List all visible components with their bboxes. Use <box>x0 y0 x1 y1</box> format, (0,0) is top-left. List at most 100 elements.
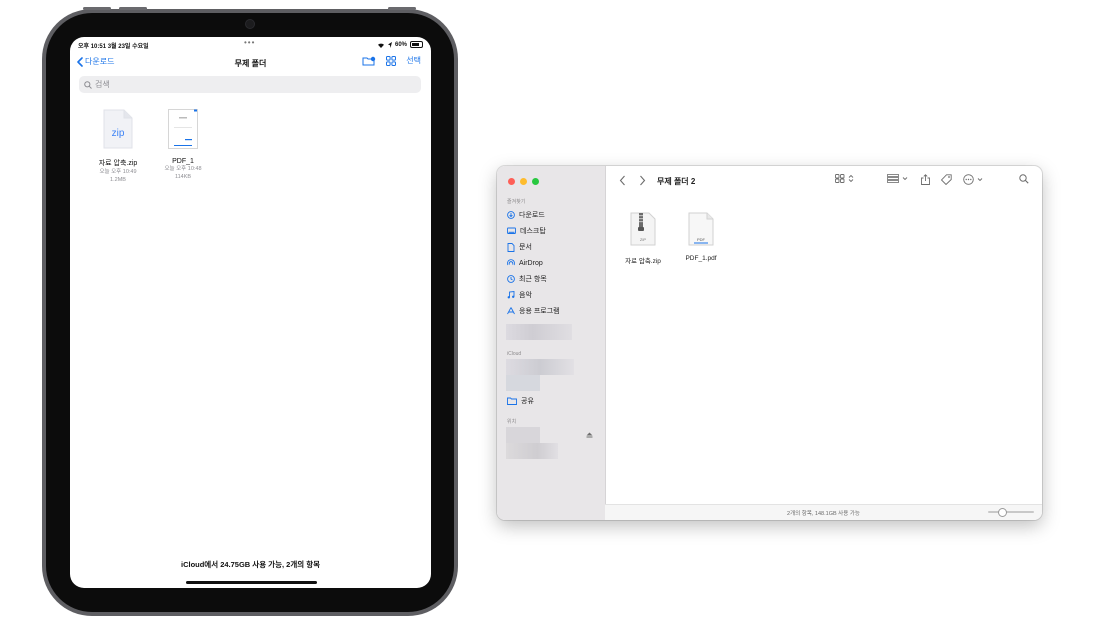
forward-nav-button[interactable] <box>639 175 646 189</box>
finder-file-zip[interactable]: ZIP 자료 압축.zip <box>613 212 673 265</box>
zip-thumb-label: ZIP <box>640 237 647 242</box>
sidebar-item-recents[interactable]: 최근 항목 <box>507 273 547 285</box>
finder-sidebar: 즐겨찾기 다운로드 데스크탑 문서 AirDrop 최근 항목 음악 응용 프로… <box>497 166 606 520</box>
select-button[interactable]: 선택 <box>406 55 421 66</box>
redacted-sidebar-item <box>506 427 540 443</box>
sidebar-item-airdrop[interactable]: AirDrop <box>507 257 543 269</box>
file-item-zip[interactable]: zip 자료 압축.zip 오늘 오후 10:49 1.2MB <box>88 109 148 184</box>
file-name: PDF_1.pdf <box>685 255 717 262</box>
power-button <box>388 7 416 10</box>
file-name: PDF_1 <box>172 158 194 165</box>
view-mode-button[interactable] <box>835 174 854 183</box>
sidebar-item-label: 문서 <box>519 244 532 251</box>
multitasking-dots[interactable]: ••• <box>244 38 255 47</box>
file-date: 오늘 오후 10:48 <box>164 166 202 172</box>
document-icon <box>507 242 515 252</box>
sidebar-item-label: 공유 <box>521 398 534 405</box>
locations-header: 위치 <box>507 419 517 425</box>
share-button[interactable] <box>921 174 930 185</box>
music-icon <box>507 291 515 299</box>
minimize-button[interactable] <box>520 178 527 185</box>
favorites-header: 즐겨찾기 <box>507 199 526 205</box>
tag-icon <box>941 174 952 185</box>
icloud-header: iCloud <box>507 351 522 357</box>
sidebar-item-label: 음악 <box>519 292 532 299</box>
location-icon <box>387 41 392 48</box>
back-nav-button[interactable] <box>619 175 626 189</box>
shared-folder-icon <box>507 397 517 405</box>
grid-view-icon[interactable] <box>386 55 397 66</box>
pdf-document-icon: PDF <box>688 212 714 246</box>
chevron-down-icon <box>977 178 983 182</box>
redacted-sidebar-item <box>506 375 540 391</box>
finder-status-bar: 2개의 항목, 148.1GB 사용 가능 <box>605 504 1042 520</box>
status-right: 60% <box>377 41 423 48</box>
sidebar-item-downloads[interactable]: 다운로드 <box>507 209 545 221</box>
zip-thumb-label: zip <box>112 128 125 139</box>
finder-toolbar: 무제 폴더 2 <box>605 166 1042 196</box>
icon-size-slider[interactable] <box>988 508 1034 517</box>
redacted-sidebar-item <box>506 443 558 459</box>
chevron-right-icon <box>640 175 646 186</box>
sidebar-item-label: 데스크탑 <box>520 228 546 235</box>
sidebar-item-shared[interactable]: 공유 <box>507 395 534 407</box>
chevron-left-icon <box>619 175 625 186</box>
file-item-pdf[interactable]: PDF_1 오늘 오후 10:48 114KB <box>153 109 213 181</box>
updown-chevron-icon <box>848 174 854 183</box>
file-name: 자료 압축.zip <box>98 160 138 167</box>
finder-file-pdf[interactable]: PDF PDF_1.pdf <box>671 212 731 262</box>
sidebar-item-label: AirDrop <box>519 259 543 267</box>
search-input[interactable]: 검색 <box>79 76 421 93</box>
nav-bar: 다운로드 무제 폴더 선택 <box>70 55 431 71</box>
sidebar-item-applications[interactable]: 응용 프로그램 <box>507 305 560 317</box>
tag-button[interactable] <box>941 174 952 185</box>
file-date: 오늘 오후 10:49 <box>99 169 137 175</box>
eject-icon[interactable] <box>586 432 593 438</box>
search-icon <box>84 80 92 89</box>
file-name: 자료 압축.zip <box>625 258 661 265</box>
file-size: 1.2MB <box>110 177 126 183</box>
zip-file-icon: zip <box>103 109 133 149</box>
slider-knob[interactable] <box>998 508 1007 517</box>
nav-actions: 선택 <box>362 55 421 66</box>
redacted-sidebar-item <box>506 324 572 340</box>
battery-percent: 60% <box>394 41 407 48</box>
desktop-icon <box>507 227 516 234</box>
ellipsis-circle-icon <box>963 174 974 185</box>
search-icon <box>1019 174 1029 184</box>
redacted-sidebar-item <box>506 359 574 375</box>
status-text: 2개의 항목, 148.1GB 사용 가능 <box>787 510 860 517</box>
close-button[interactable] <box>508 178 515 185</box>
group-grid-icon <box>887 174 899 183</box>
battery-icon <box>410 41 423 48</box>
volume-button <box>83 7 111 10</box>
sidebar-item-documents[interactable]: 문서 <box>507 241 532 253</box>
status-time: 오후 10:51 3월 23일 수요일 <box>78 44 149 50</box>
file-size: 114KB <box>174 174 192 180</box>
zoom-button[interactable] <box>532 178 539 185</box>
new-folder-icon[interactable] <box>362 56 376 66</box>
icon-view-icon <box>835 174 845 183</box>
wifi-icon <box>377 43 384 48</box>
sidebar-item-desktop[interactable]: 데스크탑 <box>507 225 546 237</box>
clock-icon <box>507 275 515 283</box>
pdf-thumbnail-icon <box>168 109 198 149</box>
download-icon <box>507 211 515 219</box>
window-title: 무제 폴더 2 <box>657 177 696 186</box>
chevron-down-icon <box>902 177 908 181</box>
sidebar-item-label: 응용 프로그램 <box>519 308 560 315</box>
more-actions-button[interactable] <box>963 174 983 185</box>
group-button[interactable] <box>887 174 908 183</box>
sidebar-item-music[interactable]: 음악 <box>507 289 532 301</box>
front-camera <box>245 19 255 29</box>
finder-window: 즐겨찾기 다운로드 데스크탑 문서 AirDrop 최근 항목 음악 응용 프로… <box>497 166 1042 520</box>
search-placeholder: 검색 <box>95 80 110 89</box>
storage-footer: iCloud에서 24.75GB 사용 가능, 2개의 항목 <box>180 560 321 569</box>
volume-button <box>119 7 147 10</box>
search-button[interactable] <box>1019 174 1029 184</box>
share-icon <box>921 174 930 185</box>
zip-archive-icon: ZIP <box>630 212 656 246</box>
home-indicator[interactable] <box>186 581 317 584</box>
ipad-screen: 오후 10:51 3월 23일 수요일 ••• 60% 다운로드 무제 폴더 선… <box>70 37 431 588</box>
airdrop-icon <box>507 259 515 266</box>
